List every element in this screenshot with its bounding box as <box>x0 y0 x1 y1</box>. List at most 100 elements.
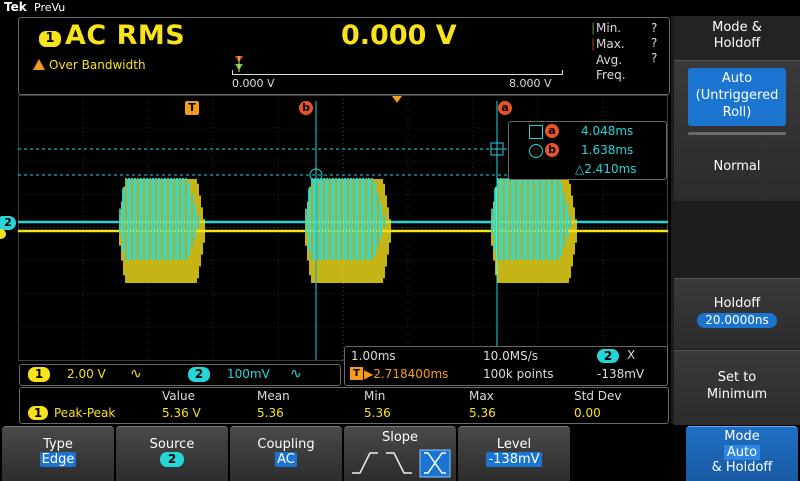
side-menu-title: Mode & Holdoff <box>674 16 800 60</box>
auto-roll-label: Auto (Untriggered Roll) <box>688 68 786 126</box>
dvm-bar-right-tick <box>562 70 563 75</box>
holdoff-label: Holdoff <box>713 296 761 311</box>
source-label: Source <box>149 437 195 452</box>
meas-value: 5.36 V <box>162 406 201 420</box>
holdoff-value: 20.0000ns <box>697 313 777 328</box>
side-menu: Mode & Holdoff Auto (Untriggered Roll) N… <box>671 16 800 425</box>
stat-label-max: Max. <box>596 37 625 51</box>
falling-slope-icon[interactable] <box>386 452 412 474</box>
ch1-ground-marker[interactable] <box>0 229 6 239</box>
stat-value-min: ? <box>651 21 658 35</box>
meas-header-std: Std Dev <box>574 389 622 403</box>
dvm-stats-values: ? ? ? <box>651 21 657 66</box>
sample-rate: 10.0MS/s <box>483 349 538 363</box>
meas-header-max: Max <box>469 389 494 403</box>
cursor-delta: △2.410ms <box>575 162 637 176</box>
set-to-minimum-button[interactable]: Set to Minimum <box>674 350 800 425</box>
trigger-position-marker[interactable]: T <box>185 101 199 115</box>
dvm-bar-min: 0.000 V <box>232 77 275 90</box>
auto-roll-mode-button[interactable]: Auto (Untriggered Roll) Normal <box>674 60 800 201</box>
dvm-panel[interactable]: 1 AC RMS 0.000 V Over Bandwidth 0.000 V … <box>18 17 670 95</box>
level-button[interactable]: Level -138mV <box>458 426 570 481</box>
product-name: PreVu <box>34 1 66 14</box>
dvm-bar-max: 8.000 V <box>509 77 552 90</box>
ch2-burst <box>305 178 385 260</box>
cursor-b-marker[interactable]: b <box>299 101 313 115</box>
record-length: 100k points <box>483 367 554 381</box>
stat-label-freq: Freq. <box>596 68 626 82</box>
meas-header-mean: Mean <box>257 389 290 403</box>
trigger-slope-icon: X <box>627 348 636 362</box>
coupling-label: Coupling <box>257 437 315 452</box>
normal-mode-label: Normal <box>713 159 761 174</box>
trigger-level-readout: -138mV <box>597 367 645 381</box>
ch1-badge: 1 <box>28 367 50 382</box>
dvm-channel-badge: 1 <box>39 31 61 47</box>
stat-label-avg: Avg. <box>596 53 623 67</box>
holdoff-button[interactable]: Holdoff 20.0000ns <box>674 278 800 349</box>
meas-mean: 5.36 <box>257 406 284 420</box>
horizontal-position: ▶2.718400ms <box>364 367 449 381</box>
mode-sub-label: & Holdoff <box>711 460 773 475</box>
meas-header-value: Value <box>162 389 195 403</box>
selection-divider <box>688 132 786 135</box>
type-value: Edge <box>39 452 77 467</box>
ch1-scale: 2.00 V <box>67 367 106 381</box>
meas-header-min: Min <box>364 389 386 403</box>
meas-name: Peak-Peak <box>54 406 116 420</box>
coupling-button[interactable]: Coupling AC <box>230 426 342 481</box>
ch2-ground-marker[interactable]: 2 <box>0 216 16 230</box>
ch2-scale: 100mV <box>227 367 270 381</box>
meas-std: 0.00 <box>574 406 601 420</box>
level-label: Level <box>496 437 532 452</box>
cursor-b-time: 1.638ms <box>581 143 634 157</box>
cursor-a-time: 4.048ms <box>581 124 634 138</box>
slope-options[interactable] <box>344 447 456 479</box>
slope-label: Slope <box>381 430 419 445</box>
set-to-minimum-label: Set to Minimum <box>706 370 768 402</box>
dvm-bar-marker-icon <box>235 56 243 72</box>
channel-readout[interactable]: 1 2.00 V ∿ 2 100mV ∿ <box>19 364 341 386</box>
mode-label: Mode <box>724 429 760 444</box>
expansion-point-icon <box>392 96 402 103</box>
table-row[interactable]: 1 Peak-Peak 5.36 V 5.36 5.36 5.36 0.00 <box>20 405 668 422</box>
over-bandwidth-warning: Over Bandwidth <box>33 58 146 72</box>
source-value: 2 <box>160 452 184 467</box>
either-slope-icon[interactable] <box>419 449 451 478</box>
brand-logo: Tek <box>4 0 27 14</box>
dvm-mode: AC RMS <box>65 20 186 51</box>
stat-label-min: Min. <box>596 21 622 35</box>
trigger-source-badge: 2 <box>597 349 619 363</box>
cursor-b-badge: b <box>545 143 559 157</box>
horizontal-position-icon: T <box>350 367 363 380</box>
slope-button[interactable]: Slope <box>344 426 456 481</box>
stat-value-max: ? <box>651 36 658 50</box>
type-label: Type <box>43 437 73 452</box>
level-value: -138mV <box>486 452 542 467</box>
timebase-scale: 1.00ms <box>351 349 396 363</box>
measurement-panel[interactable]: Value Mean Min Max Std Dev 1 Peak-Peak 5… <box>19 387 669 424</box>
meas-min: 5.36 <box>364 406 391 420</box>
circle-cursor-icon <box>529 144 543 158</box>
cursor-readout[interactable]: a 4.048ms b 1.638ms △2.410ms <box>508 121 667 180</box>
ch2-burst <box>119 178 199 260</box>
meas-max: 5.36 <box>469 406 496 420</box>
rising-slope-icon[interactable] <box>352 452 378 474</box>
cursor-a-marker[interactable]: a <box>498 101 512 115</box>
ch2-ac-coupling-icon: ∿ <box>290 366 302 382</box>
cursor-a-badge: a <box>545 124 559 138</box>
mode-holdoff-button[interactable]: Mode Auto & Holdoff <box>686 426 798 481</box>
timebase-readout[interactable]: 1.00ms 10.0MS/s 2 X T ▶2.718400ms 100k p… <box>344 346 668 386</box>
warning-icon <box>33 59 45 70</box>
coupling-value: AC <box>275 452 297 467</box>
dvm-range-bar <box>232 74 562 75</box>
source-button[interactable]: Source 2 <box>116 426 228 481</box>
mode-value: Auto <box>723 445 761 460</box>
ch1-ac-coupling-icon: ∿ <box>130 366 142 382</box>
stat-value-avg: ? <box>651 51 658 65</box>
dvm-stats-labels: │Min. │Max. Avg. Freq. <box>590 21 626 83</box>
dvm-value: 0.000 V <box>341 20 457 51</box>
meas-channel-badge: 1 <box>28 406 48 420</box>
type-button[interactable]: Type Edge <box>2 426 114 481</box>
ch2-burst <box>491 178 571 260</box>
